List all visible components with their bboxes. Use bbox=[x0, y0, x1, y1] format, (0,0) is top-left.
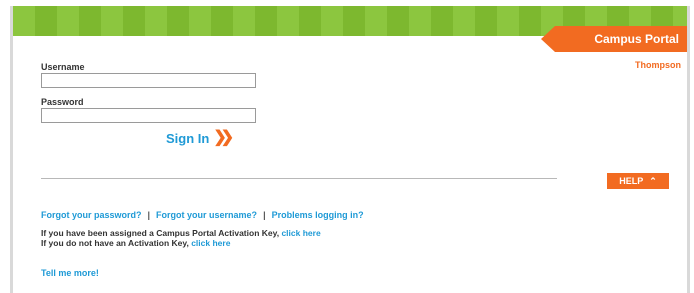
no-activation-click-here-link[interactable]: click here bbox=[191, 238, 230, 248]
password-input[interactable] bbox=[41, 108, 256, 123]
password-label: Password bbox=[41, 97, 84, 107]
portal-title-tab: Campus Portal bbox=[541, 26, 687, 52]
tell-me-more-link[interactable]: Tell me more! bbox=[41, 268, 99, 278]
sign-in-button[interactable]: Sign In ❯❯ bbox=[166, 129, 234, 146]
problems-logging-in-link[interactable]: Problems logging in? bbox=[272, 210, 364, 220]
separator: | bbox=[147, 210, 151, 220]
separator: | bbox=[263, 210, 266, 220]
help-button[interactable]: HELP ⌃ bbox=[607, 173, 669, 189]
chevron-up-icon: ⌃ bbox=[649, 175, 657, 186]
forgot-password-link[interactable]: Forgot your password? bbox=[41, 210, 142, 220]
activation-line-1: If you have been assigned a Campus Porta… bbox=[41, 228, 321, 238]
help-links: Forgot your password? | Forgot your user… bbox=[41, 210, 364, 220]
activation-line-2: If you do not have an Activation Key, cl… bbox=[41, 238, 230, 248]
double-chevron-right-icon: ❯❯ bbox=[213, 129, 234, 146]
activation-text-1: If you have been assigned a Campus Porta… bbox=[41, 228, 280, 238]
username-label: Username bbox=[41, 62, 85, 72]
portal-title: Campus Portal bbox=[594, 32, 679, 46]
sign-in-label: Sign In bbox=[166, 130, 210, 146]
activation-text-2: If you do not have an Activation Key, bbox=[41, 238, 189, 248]
username-input[interactable] bbox=[41, 73, 256, 88]
activation-click-here-link[interactable]: click here bbox=[281, 228, 320, 238]
district-name: Thompson bbox=[635, 60, 681, 70]
login-panel: Campus Portal Thompson Username Password… bbox=[10, 6, 690, 293]
help-label: HELP bbox=[619, 176, 644, 186]
forgot-username-link[interactable]: Forgot your username? bbox=[156, 210, 257, 220]
divider bbox=[41, 178, 557, 179]
